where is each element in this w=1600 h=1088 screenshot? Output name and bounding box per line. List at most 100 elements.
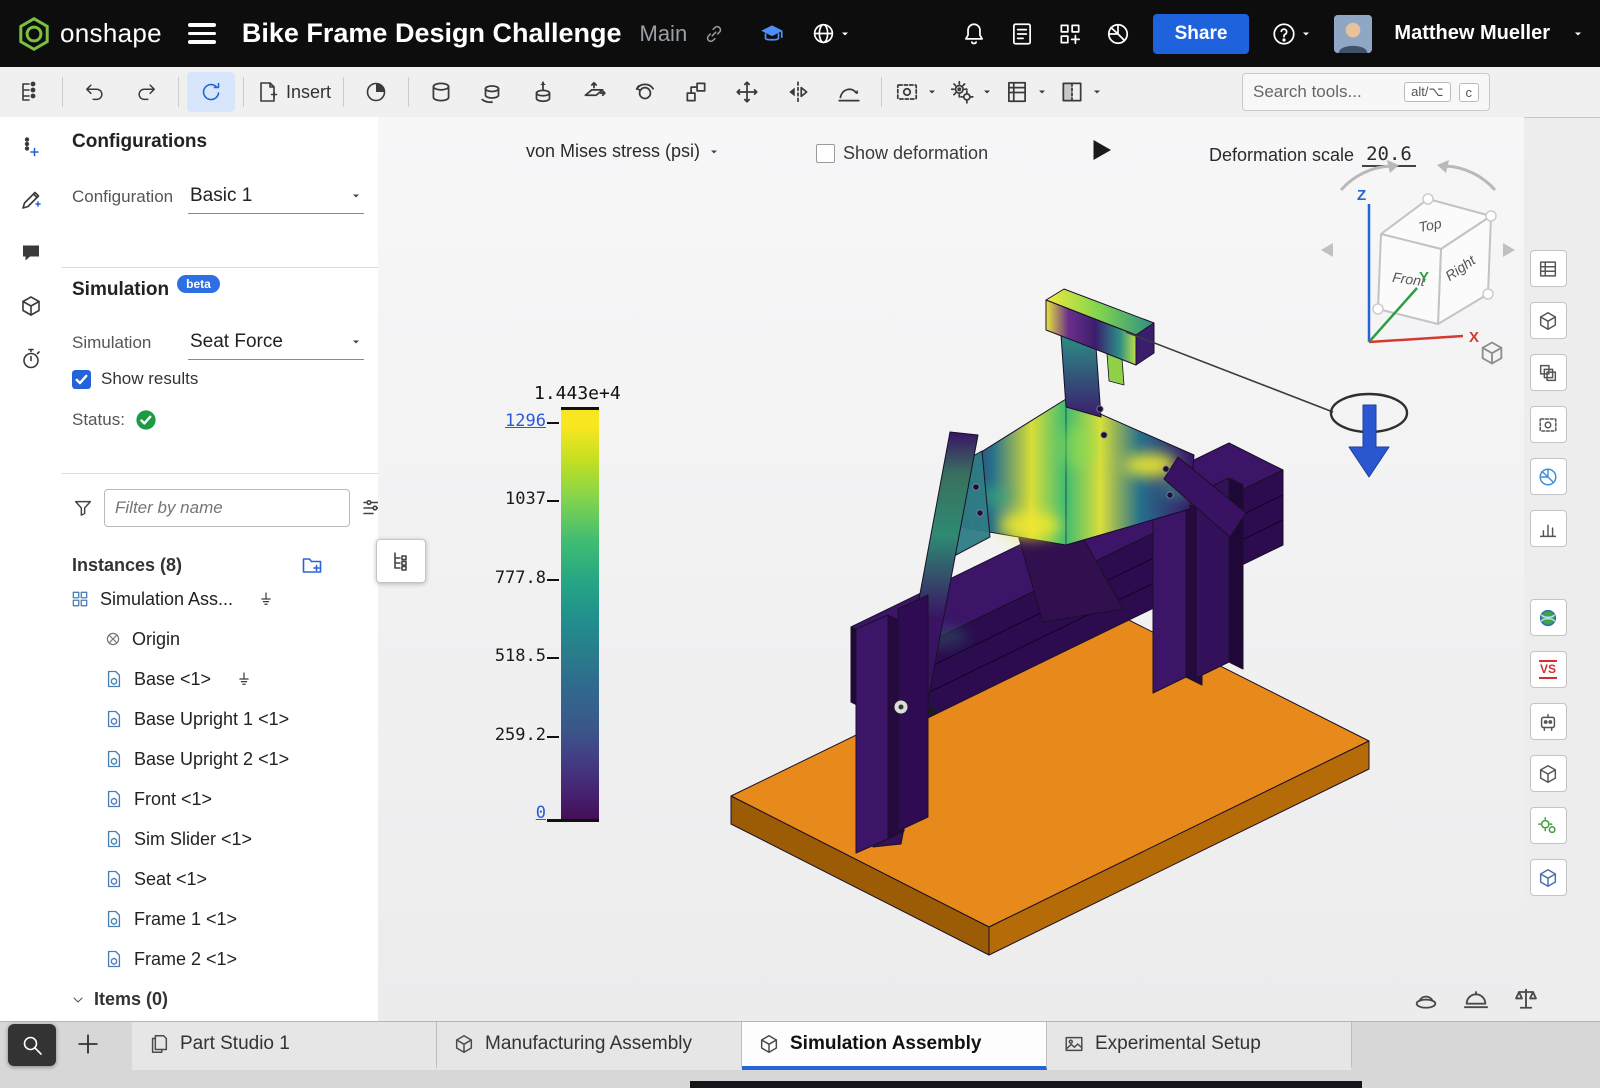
assembly-structure-icon[interactable] — [6, 72, 54, 112]
results-panel-button[interactable] — [1530, 510, 1567, 547]
add-to-folder-icon[interactable] — [300, 553, 324, 577]
hamburger-icon[interactable] — [188, 23, 216, 44]
link-icon[interactable] — [703, 23, 725, 45]
structure-flyout-button[interactable] — [376, 539, 426, 583]
right-icon-strip: VS — [1528, 250, 1568, 896]
user-caret-icon[interactable] — [1572, 28, 1584, 40]
slider-mate-button[interactable] — [519, 72, 567, 112]
tab-label: Part Studio 1 — [180, 1033, 290, 1055]
tab-experimental-setup[interactable]: Experimental Setup — [1047, 1022, 1352, 1070]
show-results-checkbox[interactable]: Show results — [72, 369, 364, 389]
items-section[interactable]: Items (0) — [70, 989, 168, 1010]
simulation-dropdown[interactable]: Seat Force — [188, 325, 364, 360]
planar-mate-icon — [581, 79, 607, 105]
cad-app-button[interactable] — [1530, 755, 1567, 792]
revolute-mate-button[interactable] — [468, 72, 516, 112]
tree-item-label: Base Upright 1 <1> — [134, 709, 289, 730]
simulation-value: Seat Force — [190, 331, 283, 353]
move-button[interactable] — [723, 72, 771, 112]
vs-app-button[interactable]: VS — [1530, 651, 1567, 688]
legend-upper-bound[interactable]: 1296 — [462, 411, 546, 431]
history-button[interactable] — [11, 339, 51, 379]
onshape-logo[interactable]: onshape — [16, 16, 162, 52]
tree-item[interactable]: Base <1> — [62, 659, 378, 699]
search-tabs-button[interactable] — [8, 1024, 56, 1066]
cube-app-button[interactable] — [1530, 859, 1567, 896]
section-menu[interactable] — [1055, 72, 1107, 112]
3d-mouse-icon[interactable] — [1412, 985, 1440, 1013]
graphics-viewport[interactable]: von Mises stress (psi) Show deformation … — [378, 117, 1524, 1022]
add-tab-button[interactable] — [74, 1030, 102, 1063]
views-panel-button[interactable] — [1530, 406, 1567, 443]
tree-item[interactable]: Simulation Ass... — [62, 579, 378, 619]
tree-item[interactable]: Frame 2 <1> — [62, 939, 378, 979]
mate-connector-button[interactable] — [11, 127, 51, 167]
interference-button[interactable] — [11, 286, 51, 326]
tab-label: Manufacturing Assembly — [485, 1033, 692, 1055]
search-tools[interactable]: Search tools... alt/⌥ c — [1242, 73, 1490, 111]
ball-mate-button[interactable] — [621, 72, 669, 112]
undo-button[interactable] — [71, 72, 119, 112]
cube-question-icon — [1537, 763, 1559, 785]
legend-lower-bound[interactable]: 0 — [462, 803, 546, 823]
edit-button[interactable] — [11, 180, 51, 220]
help-menu[interactable] — [1271, 21, 1312, 47]
appearance-panel-button[interactable] — [1530, 458, 1567, 495]
filter-icon[interactable] — [72, 497, 94, 519]
comments-button[interactable] — [11, 233, 51, 273]
insert-button[interactable]: Insert — [252, 72, 335, 112]
robot-app-button[interactable] — [1530, 703, 1567, 740]
planar-mate-button[interactable] — [570, 72, 618, 112]
mate-button[interactable] — [417, 72, 465, 112]
tree-item[interactable]: Sim Slider <1> — [62, 819, 378, 859]
tab-simulation-assembly[interactable]: Simulation Assembly — [742, 1022, 1047, 1070]
notifications-icon[interactable] — [961, 21, 987, 47]
sync-button[interactable] — [187, 72, 235, 112]
bom-menu[interactable] — [1000, 72, 1052, 112]
filter-input[interactable] — [104, 489, 350, 527]
tree-item[interactable]: Front <1> — [62, 779, 378, 819]
tree-item[interactable]: Base Upright 2 <1> — [62, 739, 378, 779]
tab-part-studio-1[interactable]: Part Studio 1 — [132, 1022, 437, 1070]
simulation-title: Simulationbeta — [72, 279, 220, 301]
labs-icon[interactable] — [1105, 21, 1131, 47]
language-menu[interactable] — [811, 21, 851, 46]
units-scale-icon[interactable] — [1512, 985, 1540, 1013]
tree-item-label: Frame 2 <1> — [134, 949, 237, 970]
mirror-button[interactable] — [774, 72, 822, 112]
tree-item[interactable]: Origin — [62, 619, 378, 659]
isometric-cube-button[interactable] — [1478, 339, 1506, 372]
snapshot-button[interactable] — [825, 72, 873, 112]
tree-item[interactable]: Frame 1 <1> — [62, 899, 378, 939]
replicate-icon — [683, 79, 709, 105]
replicate-button[interactable] — [672, 72, 720, 112]
snapshot-icon — [836, 79, 862, 105]
show-deformation-checkbox[interactable]: Show deformation — [816, 143, 988, 164]
named-views-menu[interactable] — [890, 72, 942, 112]
play-simulation-button[interactable] — [1086, 135, 1116, 170]
assembly-tab-icon — [758, 1033, 780, 1055]
render-app-button[interactable] — [1530, 599, 1567, 636]
tasks-icon[interactable] — [1009, 21, 1035, 47]
configuration-dropdown[interactable]: Basic 1 — [188, 179, 364, 214]
tree-item[interactable]: Seat <1> — [62, 859, 378, 899]
avatar[interactable] — [1334, 15, 1372, 53]
tree-item-label: Sim Slider <1> — [134, 829, 252, 850]
settings-menu[interactable] — [945, 72, 997, 112]
user-name[interactable]: Matthew Mueller — [1394, 22, 1550, 45]
network-icon[interactable] — [1462, 985, 1490, 1013]
gear-app-button[interactable] — [1530, 807, 1567, 844]
language-icon — [811, 21, 836, 46]
stress-dropdown[interactable]: von Mises stress (psi) — [526, 141, 720, 162]
structure-panel-button[interactable] — [1530, 302, 1567, 339]
app-grid-icon[interactable] — [1057, 21, 1083, 47]
tab-manufacturing-assembly[interactable]: Manufacturing Assembly — [437, 1022, 742, 1070]
redo-button[interactable] — [122, 72, 170, 112]
bom-panel-button[interactable] — [1530, 250, 1567, 287]
learning-icon[interactable] — [759, 21, 785, 47]
layers-panel-button[interactable] — [1530, 354, 1567, 391]
workspace-label[interactable]: Main — [640, 21, 688, 47]
tree-item[interactable]: Base Upright 1 <1> — [62, 699, 378, 739]
share-button[interactable]: Share — [1153, 14, 1250, 54]
mass-properties-button[interactable] — [352, 72, 400, 112]
